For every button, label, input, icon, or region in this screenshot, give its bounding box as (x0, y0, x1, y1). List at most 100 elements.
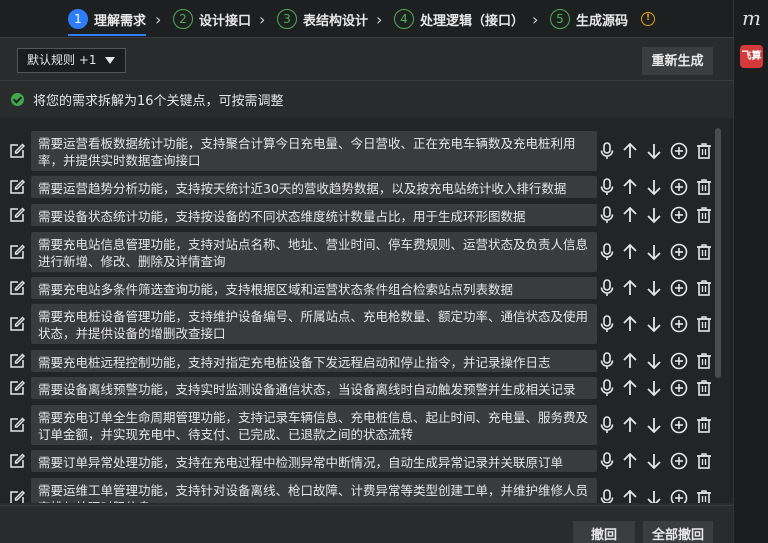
requirement-text[interactable]: 需要充电订单全生命周期管理功能，支持记录车辆信息、充电桩信息、起止时间、充电量、… (31, 405, 597, 445)
add-circle-icon[interactable] (670, 379, 688, 397)
list-scrollbar[interactable] (715, 128, 721, 378)
edit-icon[interactable] (9, 417, 25, 433)
trash-icon[interactable] (696, 452, 712, 470)
requirement-text[interactable]: 需要运营看板数据统计功能，支持聚合计算今日充电量、今日营收、正在充电车辆数及充电… (31, 131, 597, 171)
warning-icon[interactable]: ! (641, 12, 655, 26)
arrow-up-icon[interactable] (622, 243, 638, 261)
requirement-text[interactable]: 需要设备状态统计功能，支持按设备的不同状态维度统计数量占比，用于生成环形图数据 (31, 204, 597, 226)
edit-icon[interactable] (9, 380, 25, 396)
step-understand-requirements[interactable]: 1 理解需求 (68, 0, 147, 38)
requirement-text[interactable]: 需要运维工单管理功能，支持针对设备离线、枪口故障、计费异常等类型创建工单，并维护… (31, 478, 597, 503)
requirement-text[interactable]: 需要充电站信息管理功能，支持对站点名称、地址、营业时间、停车费规则、运营状态及负… (31, 232, 597, 272)
requirement-text[interactable]: 需要运营趋势分析功能，支持按天统计近30天的营收趋势数据，以及按充电站统计收入排… (31, 176, 597, 198)
trash-icon[interactable] (696, 352, 712, 370)
trash-icon[interactable] (696, 379, 712, 397)
add-circle-icon[interactable] (670, 352, 688, 370)
add-circle-icon[interactable] (670, 279, 688, 297)
arrow-down-icon[interactable] (646, 489, 662, 503)
arrow-up-icon[interactable] (622, 206, 638, 224)
step-generate-source[interactable]: 5 生成源码 (550, 0, 628, 38)
microphone-icon[interactable] (600, 206, 614, 224)
trash-icon[interactable] (696, 315, 712, 333)
requirement-text[interactable]: 需要设备离线预警功能，支持实时监测设备通信状态，当设备离线时自动触发预警并生成相… (31, 377, 597, 399)
arrow-up-icon[interactable] (622, 416, 638, 434)
row-actions (600, 352, 712, 370)
trash-icon[interactable] (696, 489, 712, 503)
arrow-down-icon[interactable] (646, 315, 662, 333)
add-circle-icon[interactable] (670, 243, 688, 261)
microphone-icon[interactable] (600, 452, 614, 470)
arrow-down-icon[interactable] (646, 279, 662, 297)
requirement-text[interactable]: 需要充电站多条件筛选查询功能，支持根据区域和运营状态条件组合检索站点列表数据 (31, 277, 597, 299)
arrow-down-icon[interactable] (646, 416, 662, 434)
regenerate-button[interactable]: 重新生成 (642, 47, 713, 75)
toolbar: 默认规则 +1 重新生成 (0, 39, 733, 81)
microphone-icon[interactable] (600, 416, 614, 434)
edit-icon[interactable] (9, 179, 25, 195)
chevron-right-icon: › (155, 9, 162, 29)
row-actions (600, 279, 712, 297)
row-actions (600, 142, 712, 160)
microphone-icon[interactable] (600, 279, 614, 297)
add-circle-icon[interactable] (670, 489, 688, 503)
trash-icon[interactable] (696, 243, 712, 261)
arrow-down-icon[interactable] (646, 452, 662, 470)
undo-button[interactable]: 撤回 (573, 521, 635, 543)
requirement-text[interactable]: 需要订单异常处理功能，支持在充电过程中检测异常中断情况，自动生成异常记录并关联原… (31, 450, 597, 472)
requirement-text[interactable]: 需要充电桩远程控制功能，支持对指定充电桩设备下发远程启动和停止指令，并记录操作日… (31, 350, 597, 372)
step-processing-logic[interactable]: 4 处理逻辑（接口） (394, 0, 524, 38)
step-number: 1 (68, 9, 88, 29)
microphone-icon[interactable] (600, 142, 614, 160)
microphone-icon[interactable] (600, 379, 614, 397)
edit-icon[interactable] (9, 244, 25, 260)
edit-icon[interactable] (9, 453, 25, 469)
plugin-badge[interactable]: 飞算 (740, 45, 763, 68)
arrow-up-icon[interactable] (622, 352, 638, 370)
edit-icon[interactable] (9, 143, 25, 159)
arrow-down-icon[interactable] (646, 178, 662, 196)
step-design-api[interactable]: 2 设计接口 (173, 0, 251, 38)
trash-icon[interactable] (696, 279, 712, 297)
microphone-icon[interactable] (600, 489, 614, 503)
trash-icon[interactable] (696, 206, 712, 224)
arrow-up-icon[interactable] (622, 379, 638, 397)
edit-icon[interactable] (9, 353, 25, 369)
edit-icon[interactable] (9, 316, 25, 332)
arrow-down-icon[interactable] (646, 379, 662, 397)
add-circle-icon[interactable] (670, 452, 688, 470)
arrow-up-icon[interactable] (622, 452, 638, 470)
requirement-text[interactable]: 需要充电桩设备管理功能，支持维护设备编号、所属站点、充电枪数量、额定功率、通信状… (31, 304, 597, 344)
trash-icon[interactable] (696, 178, 712, 196)
edit-icon[interactable] (9, 280, 25, 296)
add-circle-icon[interactable] (670, 142, 688, 160)
chevron-right-icon: › (532, 9, 539, 29)
trash-icon[interactable] (696, 416, 712, 434)
add-circle-icon[interactable] (670, 315, 688, 333)
arrow-down-icon[interactable] (646, 142, 662, 160)
arrow-up-icon[interactable] (622, 142, 638, 160)
arrow-up-icon[interactable] (622, 489, 638, 503)
notice-bar: 将您的需求拆解为16个关键点，可按需调整 (0, 82, 733, 116)
step-table-design[interactable]: 3 表结构设计 (277, 0, 368, 38)
edit-icon[interactable] (9, 207, 25, 223)
arrow-up-icon[interactable] (622, 315, 638, 333)
add-circle-icon[interactable] (670, 206, 688, 224)
trash-icon[interactable] (696, 142, 712, 160)
microphone-icon[interactable] (600, 178, 614, 196)
arrow-down-icon[interactable] (646, 206, 662, 224)
arrow-up-icon[interactable] (622, 279, 638, 297)
add-circle-icon[interactable] (670, 416, 688, 434)
undo-all-button[interactable]: 全部撤回 (643, 521, 713, 543)
requirement-row: 需要设备离线预警功能，支持实时监测设备通信状态，当设备离线时自动触发预警并生成相… (0, 377, 715, 399)
rule-select[interactable]: 默认规则 +1 (17, 48, 126, 73)
edit-icon[interactable] (9, 490, 25, 503)
brand-logo[interactable]: m (734, 6, 768, 30)
add-circle-icon[interactable] (670, 178, 688, 196)
microphone-icon[interactable] (600, 315, 614, 333)
microphone-icon[interactable] (600, 352, 614, 370)
check-circle-icon (11, 92, 24, 106)
microphone-icon[interactable] (600, 243, 614, 261)
arrow-down-icon[interactable] (646, 352, 662, 370)
arrow-down-icon[interactable] (646, 243, 662, 261)
arrow-up-icon[interactable] (622, 178, 638, 196)
